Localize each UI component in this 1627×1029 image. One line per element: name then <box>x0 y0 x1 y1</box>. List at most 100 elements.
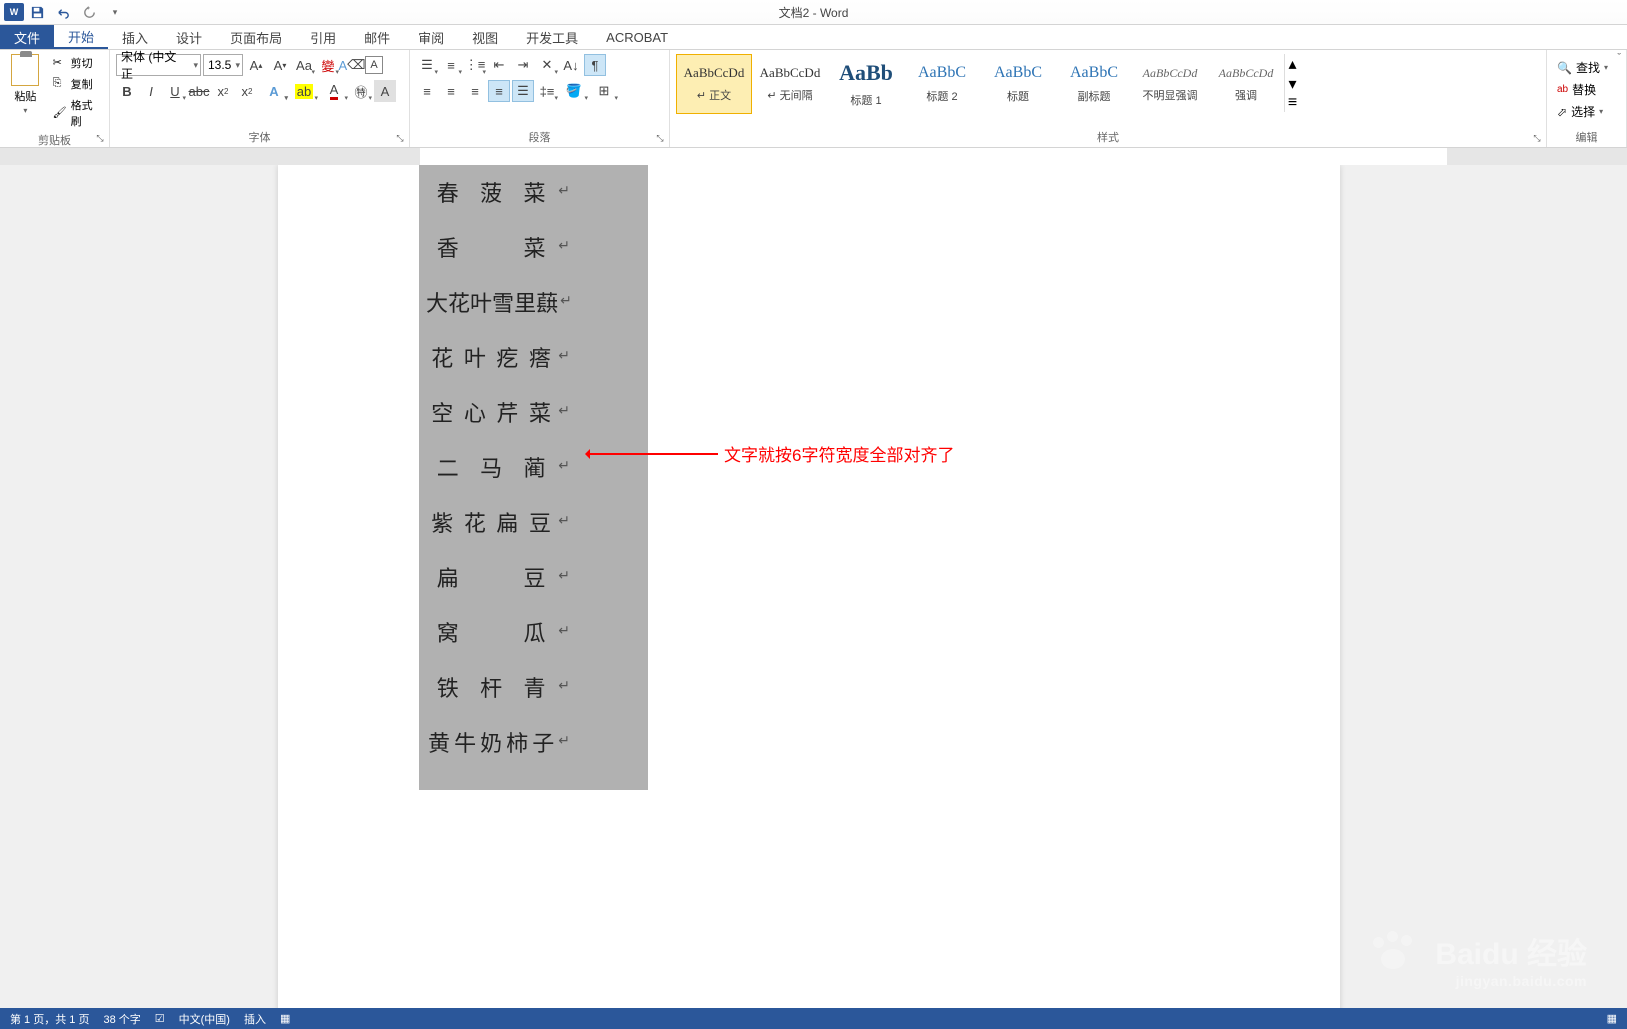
text-line[interactable]: 黄牛奶柿子↵ <box>426 733 570 755</box>
editing-group-label: 编辑 <box>1553 127 1620 147</box>
bullets-button[interactable]: ☰ <box>416 54 438 76</box>
style-3[interactable]: AaBbC标题 2 <box>904 54 980 114</box>
find-button[interactable]: 🔍查找▾ <box>1553 58 1612 77</box>
document-content[interactable]: 春菠菜↵ 香菜↵ 大花叶雪里蕻↵ 花叶疙瘩↵ 空心芹菜↵ 二马蔺↵ 紫花扁豆↵ 扁豆↵ 窝瓜↵ 铁… <box>426 183 570 788</box>
styles-down[interactable]: ▾ <box>1285 74 1300 94</box>
increase-indent-button[interactable]: ⇥ <box>512 54 534 76</box>
align-left-button[interactable]: ≡ <box>416 80 438 102</box>
horizontal-ruler[interactable] <box>0 148 1627 166</box>
styles-launcher[interactable]: ⤡ <box>1530 131 1544 145</box>
show-marks-button[interactable]: ¶ <box>584 54 606 76</box>
shrink-font-button[interactable]: A▾ <box>269 54 291 76</box>
phonetic-guide-button[interactable]: 變 <box>317 54 339 76</box>
document-area[interactable]: 春菠菜↵ 香菜↵ 大花叶雪里蕻↵ 花叶疙瘩↵ 空心芹菜↵ 二马蔺↵ 紫花扁豆↵ 扁豆↵ 窝瓜↵ 铁… <box>0 165 1627 1008</box>
clipboard-launcher[interactable]: ⤡ <box>93 131 107 145</box>
highlight-button[interactable]: ab <box>290 80 318 102</box>
text-line[interactable]: 香菜↵ <box>426 238 570 260</box>
copy-button[interactable]: ⎘复制 <box>49 75 103 93</box>
text-line[interactable]: 扁豆↵ <box>426 568 570 590</box>
text-effects-button[interactable]: A <box>260 80 288 102</box>
page[interactable]: 春菠菜↵ 香菜↵ 大花叶雪里蕻↵ 花叶疙瘩↵ 空心芹菜↵ 二马蔺↵ 紫花扁豆↵ 扁豆↵ 窝瓜↵ 铁… <box>278 165 1340 1008</box>
replace-button[interactable]: ab替换 <box>1553 80 1600 99</box>
shading-button[interactable]: 🪣 <box>560 80 588 102</box>
text-line[interactable]: 空心芹菜↵ <box>426 403 570 425</box>
annotation-text: 文字就按6字符宽度全部对齐了 <box>724 441 954 466</box>
tab-developer[interactable]: 开发工具 <box>512 25 592 49</box>
paragraph-launcher[interactable]: ⤡ <box>653 131 667 145</box>
tab-insert[interactable]: 插入 <box>108 25 162 49</box>
insert-mode[interactable]: 插入 <box>244 1011 266 1027</box>
font-name-combo[interactable]: 宋体 (中文正 <box>116 54 201 76</box>
borders-button[interactable]: ⊞ <box>590 80 618 102</box>
style-7[interactable]: AaBbCcDd强调 <box>1208 54 1284 114</box>
style-4[interactable]: AaBbC标题 <box>980 54 1056 114</box>
select-button[interactable]: ⬀选择▾ <box>1553 102 1607 121</box>
styles-more[interactable]: ≡ <box>1285 94 1300 112</box>
tab-references[interactable]: 引用 <box>296 25 350 49</box>
text-line[interactable]: 二马蔺↵ <box>426 458 570 480</box>
text-line[interactable]: 大花叶雪里蕻↵ <box>426 293 570 315</box>
enclose-char-button[interactable]: ㊕ <box>350 80 372 102</box>
styles-up[interactable]: ▴ <box>1285 54 1300 74</box>
character-border-button[interactable]: A <box>365 56 383 74</box>
text-line[interactable]: 花叶疙瘩↵ <box>426 348 570 370</box>
save-button[interactable] <box>28 3 46 21</box>
tab-home[interactable]: 开始 <box>54 25 108 49</box>
subscript-button[interactable]: x2 <box>212 80 234 102</box>
word-count[interactable]: 38 个字 <box>103 1011 140 1027</box>
tab-acrobat[interactable]: ACROBAT <box>592 25 682 49</box>
language-status[interactable]: 中文(中国) <box>179 1011 230 1027</box>
style-1[interactable]: AaBbCcDd↵ 无间隔 <box>752 54 828 114</box>
sort-button[interactable]: A↓ <box>560 54 582 76</box>
align-right-button[interactable]: ≡ <box>464 80 486 102</box>
strikethrough-button[interactable]: abc <box>188 80 210 102</box>
cut-button[interactable]: ✂剪切 <box>49 54 103 72</box>
qat-customize[interactable]: ▾ <box>106 3 124 21</box>
text-line[interactable]: 紫花扁豆↵ <box>426 513 570 535</box>
char-shading-button[interactable]: A <box>374 80 396 102</box>
align-center-button[interactable]: ≡ <box>440 80 462 102</box>
format-painter-button[interactable]: 🖌格式刷 <box>49 96 103 130</box>
style-6[interactable]: AaBbCcDd不明显强调 <box>1132 54 1208 114</box>
tab-view[interactable]: 视图 <box>458 25 512 49</box>
text-line[interactable]: 铁杆青↵ <box>426 678 570 700</box>
change-case-button[interactable]: Aa <box>293 54 315 76</box>
style-5[interactable]: AaBbC副标题 <box>1056 54 1132 114</box>
asian-layout-button[interactable]: ✕ <box>536 54 558 76</box>
bold-button[interactable]: B <box>116 80 138 102</box>
tab-review[interactable]: 审阅 <box>404 25 458 49</box>
macro-icon[interactable]: ▦ <box>280 1012 290 1025</box>
tab-file[interactable]: 文件 <box>0 25 54 49</box>
clear-format-button[interactable]: A⌫ <box>341 54 363 76</box>
view-print-layout[interactable]: ▦ <box>1607 1012 1617 1025</box>
distribute-button[interactable]: ☰ <box>512 80 534 102</box>
numbering-button[interactable]: ≡ <box>440 54 462 76</box>
text-line[interactable]: 春菠菜↵ <box>426 183 570 205</box>
style-2[interactable]: AaBb标题 1 <box>828 54 904 114</box>
tab-layout[interactable]: 页面布局 <box>216 25 296 49</box>
line-spacing-button[interactable]: ‡≡ <box>536 80 558 102</box>
page-status[interactable]: 第 1 页，共 1 页 <box>10 1011 89 1027</box>
multilevel-list-button[interactable]: ⋮≡ <box>464 54 486 76</box>
grow-font-button[interactable]: A▴ <box>245 54 267 76</box>
tab-design[interactable]: 设计 <box>162 25 216 49</box>
font-color-button[interactable]: A <box>320 80 348 102</box>
collapse-ribbon-button[interactable]: ˇ <box>1617 52 1621 64</box>
superscript-button[interactable]: x2 <box>236 80 258 102</box>
spell-check-icon[interactable]: ☑ <box>155 1012 165 1025</box>
redo-button[interactable] <box>80 3 98 21</box>
font-size-combo[interactable]: 13.5 <box>203 54 243 76</box>
paste-button[interactable]: 粘贴 ▾ <box>6 54 45 115</box>
group-font: 宋体 (中文正 13.5 A▴ A▾ Aa 變 A⌫ A B I U abc x… <box>110 50 410 147</box>
ribbon-tabs: 文件 开始 插入 设计 页面布局 引用 邮件 审阅 视图 开发工具 ACROBA… <box>0 25 1627 50</box>
decrease-indent-button[interactable]: ⇤ <box>488 54 510 76</box>
tab-mailings[interactable]: 邮件 <box>350 25 404 49</box>
justify-button[interactable]: ≡ <box>488 80 510 102</box>
text-line[interactable]: 窝瓜↵ <box>426 623 570 645</box>
replace-icon: ab <box>1557 84 1568 95</box>
italic-button[interactable]: I <box>140 80 162 102</box>
font-launcher[interactable]: ⤡ <box>393 131 407 145</box>
underline-button[interactable]: U <box>164 80 186 102</box>
undo-button[interactable] <box>54 3 72 21</box>
style-0[interactable]: AaBbCcDd↵ 正文 <box>676 54 752 114</box>
